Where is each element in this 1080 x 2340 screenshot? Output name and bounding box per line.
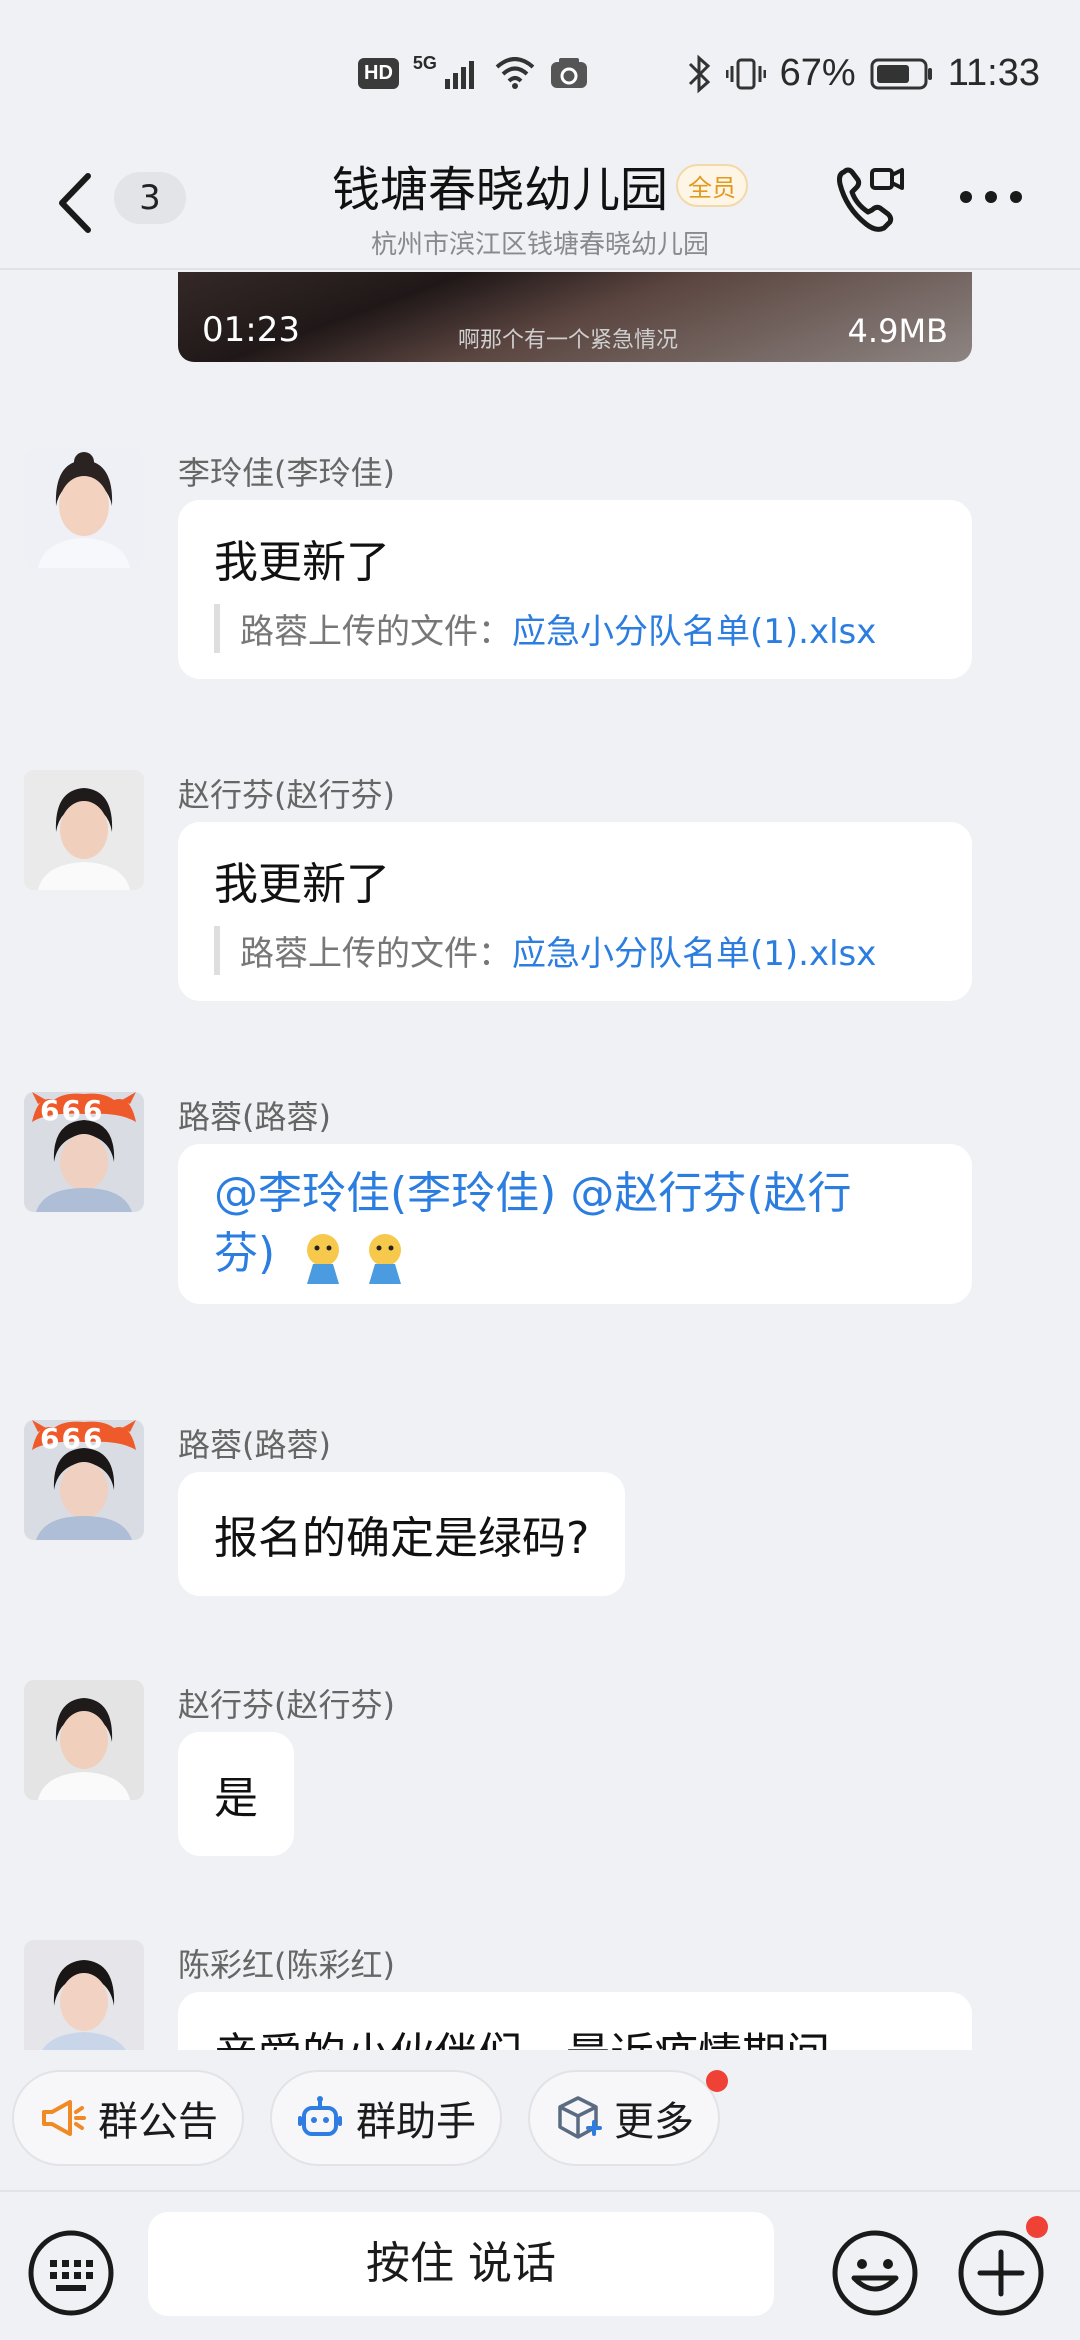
group-subtitle: 杭州市滨江区钱塘春晓幼儿园 xyxy=(370,230,709,260)
avatar-portrait-icon xyxy=(24,770,144,890)
emoji-icon xyxy=(307,1234,340,1284)
avatar-portrait-icon xyxy=(24,1940,144,2050)
message-bubble[interactable]: 亲爱的小伙伴们，最近疫情期间 xyxy=(178,1992,972,2050)
emoji-icon xyxy=(369,1234,402,1284)
status-left: HD 5G xyxy=(358,52,589,90)
group-title: 钱塘春晓幼儿园 xyxy=(331,162,668,218)
avatar[interactable] xyxy=(24,1680,144,1800)
battery-percent: 67% xyxy=(779,52,856,94)
file-link[interactable]: 应急小分队名单(1).xlsx xyxy=(512,612,876,652)
video-call-icon[interactable] xyxy=(832,162,908,238)
chat-header: 3 钱塘春晓幼儿园 全员 杭州市滨江区钱塘春晓幼儿园 xyxy=(0,140,1080,270)
sender-name: 李玲佳(李玲佳) xyxy=(178,454,395,492)
vibrate-icon xyxy=(725,58,766,89)
avatar-badge: 666 xyxy=(40,1094,105,1127)
message-list[interactable]: 啊那个有一个紧急情况 01:23 4.9MB 李玲佳(李玲佳) 我更新了 路蓉上… xyxy=(0,272,1080,2050)
status-right: 67% 11:33 xyxy=(686,52,1040,95)
file-quote[interactable]: 路蓉上传的文件：应急小分队名单(1).xlsx xyxy=(214,604,936,653)
more-tools-button[interactable]: 更多 xyxy=(528,2070,720,2166)
video-caption: 啊那个有一个紧急情况 xyxy=(458,328,679,353)
input-bar: 按住 说话 xyxy=(0,2190,1080,2340)
message-text: 是 xyxy=(214,1773,258,1824)
video-duration: 01:23 xyxy=(202,310,300,350)
avatar[interactable] xyxy=(24,1940,144,2050)
notification-dot xyxy=(1026,2216,1048,2238)
message-text: 我更新了 xyxy=(214,859,390,910)
wifi-icon xyxy=(495,57,535,89)
app-status-icon xyxy=(550,58,587,88)
avatar[interactable] xyxy=(24,770,144,890)
group-type-badge: 全员 xyxy=(676,163,748,207)
signal-icon xyxy=(444,61,474,89)
message-text: 报名的确定是绿码? xyxy=(214,1513,590,1564)
group-assistant-button[interactable]: 群助手 xyxy=(270,2070,502,2166)
announcement-button[interactable]: 群公告 xyxy=(12,2070,244,2166)
message-text: 亲爱的小伙伴们，最近疫情期间 xyxy=(214,2018,936,2050)
sender-name: 路蓉(路蓉) xyxy=(178,1426,331,1464)
video-message[interactable]: 啊那个有一个紧急情况 01:23 4.9MB xyxy=(178,272,972,362)
sender-name: 赵行芬(赵行芬) xyxy=(178,776,395,814)
avatar-portrait-icon xyxy=(24,1680,144,1800)
avatar-portrait-icon xyxy=(24,448,144,568)
title-area[interactable]: 钱塘春晓幼儿园 全员 杭州市滨江区钱塘春晓幼儿园 xyxy=(0,150,1080,261)
emoji-picker-icon[interactable] xyxy=(830,2228,920,2318)
network-type: 5G xyxy=(412,52,437,73)
notification-dot xyxy=(706,2070,728,2092)
quick-action-bar: 群公告 群助手 更多 xyxy=(0,2054,1080,2184)
more-options-icon[interactable] xyxy=(956,182,1026,212)
add-attachment-icon[interactable] xyxy=(956,2228,1046,2318)
keyboard-icon[interactable] xyxy=(26,2228,116,2318)
clock: 11:33 xyxy=(947,52,1040,94)
message-bubble[interactable]: 我更新了 路蓉上传的文件：应急小分队名单(1).xlsx xyxy=(178,500,972,679)
megaphone-icon xyxy=(42,2100,86,2136)
message-bubble[interactable]: @李玲佳(李玲佳) @赵行芬(赵行 芬) xyxy=(178,1144,972,1304)
message-text: 我更新了 xyxy=(214,537,390,588)
message-bubble[interactable]: 报名的确定是绿码? xyxy=(178,1472,626,1596)
hold-to-talk-button[interactable]: 按住 说话 xyxy=(148,2212,774,2316)
video-size: 4.9MB xyxy=(847,312,948,350)
bluetooth-icon xyxy=(688,54,710,93)
message-bubble[interactable]: 是 xyxy=(178,1732,294,1856)
battery-icon xyxy=(870,58,932,89)
sender-name: 路蓉(路蓉) xyxy=(178,1098,331,1136)
mention-text-continued[interactable]: 芬) xyxy=(214,1228,275,1279)
mention-text[interactable]: @李玲佳(李玲佳) @赵行芬(赵行 xyxy=(214,1164,936,1224)
file-quote[interactable]: 路蓉上传的文件：应急小分队名单(1).xlsx xyxy=(214,926,936,975)
file-link[interactable]: 应急小分队名单(1).xlsx xyxy=(512,934,876,974)
quote-prefix: 路蓉上传的文件： xyxy=(240,612,512,652)
group-assistant-label: 群助手 xyxy=(356,2099,476,2145)
quote-prefix: 路蓉上传的文件： xyxy=(240,934,512,974)
robot-icon xyxy=(298,2096,342,2136)
sender-name: 赵行芬(赵行芬) xyxy=(178,1686,395,1724)
chat-screen: { "status_bar": { "hd": "HD", "network":… xyxy=(0,0,1080,2340)
sender-name: 陈彩红(陈彩红) xyxy=(178,1946,395,1984)
avatar[interactable] xyxy=(24,448,144,568)
announcement-label: 群公告 xyxy=(98,2099,218,2145)
avatar-badge: 666 xyxy=(40,1422,105,1455)
more-tools-label: 更多 xyxy=(614,2099,694,2145)
message-bubble[interactable]: 我更新了 路蓉上传的文件：应急小分队名单(1).xlsx xyxy=(178,822,972,1001)
hd-indicator: HD xyxy=(358,57,399,89)
cube-plus-icon xyxy=(558,2096,602,2139)
status-bar: HD 5G 67% 11:33 xyxy=(0,0,1080,140)
